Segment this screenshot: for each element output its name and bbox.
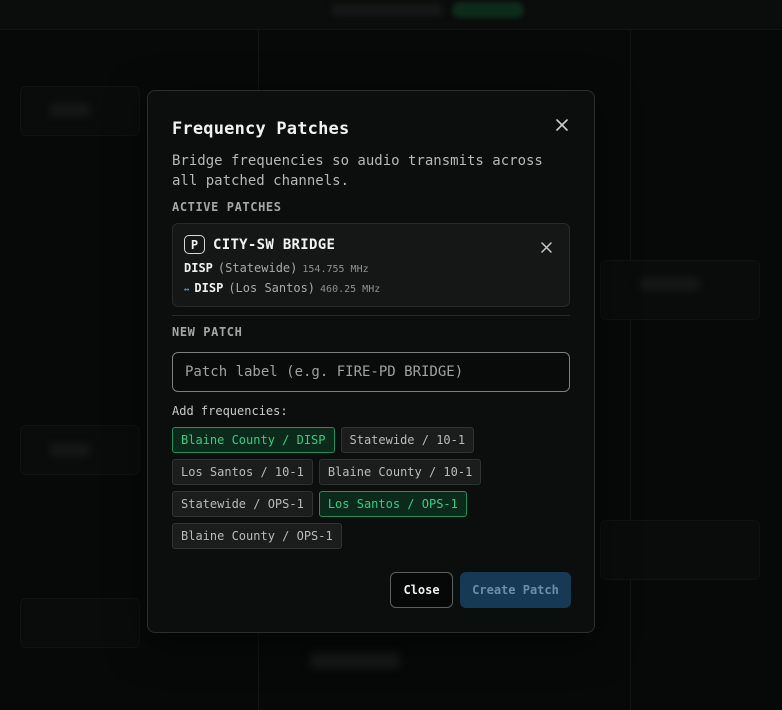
- close-icon: [540, 241, 552, 253]
- patch-badge-icon: P: [184, 235, 205, 254]
- close-icon: [556, 119, 568, 131]
- background-text: [50, 104, 90, 116]
- frequency-chip[interactable]: Blaine County / OPS-1: [172, 523, 342, 549]
- background-text: [310, 652, 400, 668]
- section-divider: [172, 315, 570, 316]
- frequency-chip[interactable]: Blaine County / 10-1: [318, 459, 482, 485]
- patch-name: CITY-SW BRIDGE: [213, 236, 336, 253]
- modal-close-button[interactable]: [550, 113, 574, 137]
- add-frequencies-label: Add frequencies:: [172, 404, 288, 418]
- background-text: [640, 278, 700, 290]
- frequency-mhz: 460.25 MHz: [320, 284, 381, 295]
- active-patch-card: P CITY-SW BRIDGE DISP (Statewide) 154.75…: [172, 223, 570, 307]
- modal-description: Bridge frequencies so audio transmits ac…: [172, 153, 543, 189]
- frequency-chip[interactable]: Statewide / 10-1: [340, 427, 475, 453]
- frequency-mhz: 154.755 MHz: [302, 264, 369, 275]
- link-arrow-icon: ↔: [184, 285, 190, 295]
- new-patch-label: NEW PATCH: [172, 325, 243, 339]
- patch-frequency-row: DISP (Statewide) 154.755 MHz: [184, 261, 369, 275]
- background-card: [600, 260, 760, 320]
- frequency-channel: DISP: [184, 261, 213, 275]
- create-patch-button[interactable]: Create Patch: [460, 572, 571, 608]
- frequency-chip[interactable]: Blaine County / DISP: [172, 427, 335, 453]
- frequency-channel: DISP: [194, 281, 224, 295]
- active-patches-label: ACTIVE PATCHES: [172, 200, 282, 214]
- frequency-chip-list: Blaine County / DISP Statewide / 10-1 Los …: [172, 427, 482, 549]
- background-header-text: [332, 4, 442, 16]
- frequency-chip[interactable]: Statewide / OPS-1: [172, 491, 313, 517]
- frequency-patches-modal: Frequency Patches Bridge frequencies so …: [147, 90, 595, 633]
- background-card: [20, 598, 140, 648]
- remove-patch-button[interactable]: [537, 238, 555, 256]
- frequency-zone: (Statewide): [217, 261, 298, 275]
- frequency-chip[interactable]: Los Santos / OPS-1: [318, 491, 467, 517]
- frequency-zone: (Los Santos): [228, 281, 316, 295]
- background-status-pill: [452, 2, 524, 18]
- patch-header: P CITY-SW BRIDGE: [184, 235, 335, 254]
- close-button[interactable]: Close: [390, 572, 453, 608]
- background-card: [600, 520, 760, 580]
- patch-frequency-row: ↔ DISP (Los Santos) 460.25 MHz: [184, 281, 380, 295]
- patch-label-input[interactable]: [172, 352, 570, 392]
- background-text: [50, 444, 90, 456]
- background-divider: [630, 30, 631, 710]
- modal-title: Frequency Patches: [172, 119, 350, 139]
- frequency-chip[interactable]: Los Santos / 10-1: [172, 459, 313, 485]
